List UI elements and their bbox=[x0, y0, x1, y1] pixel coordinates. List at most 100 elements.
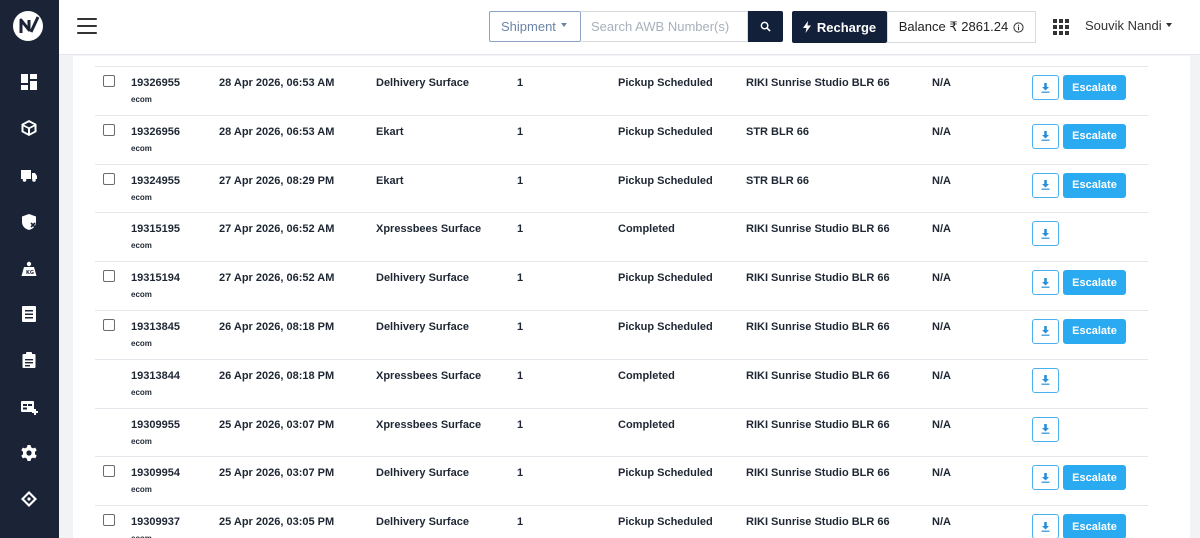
order-quantity: 1 bbox=[517, 174, 524, 187]
order-extra: N/A bbox=[932, 418, 951, 431]
row-checkbox[interactable] bbox=[103, 465, 115, 478]
download-button[interactable] bbox=[1032, 318, 1059, 344]
dashboard-icon[interactable] bbox=[19, 72, 39, 92]
recharge-button[interactable]: Recharge bbox=[792, 11, 887, 43]
search-icon bbox=[760, 21, 771, 32]
courier-name: Xpressbees Surface bbox=[376, 418, 482, 431]
courier-name: Delhivery Surface bbox=[376, 77, 469, 89]
pickup-location: RIKI Sunrise Studio BLR 66 bbox=[746, 418, 890, 431]
download-button[interactable] bbox=[1032, 75, 1059, 100]
courier-name: Delhivery Surface bbox=[376, 467, 469, 480]
order-channel: ecom bbox=[131, 192, 152, 202]
escalate-button[interactable]: Escalate bbox=[1063, 123, 1126, 149]
download-button[interactable] bbox=[1032, 123, 1059, 149]
download-icon bbox=[1041, 131, 1050, 142]
order-channel: ecom bbox=[131, 143, 152, 153]
download-button[interactable] bbox=[1032, 270, 1059, 296]
order-channel: ecom bbox=[131, 338, 152, 348]
table-row: 19326955 ecom 28 Apr 2026, 06:53 AM Delh… bbox=[95, 66, 1148, 115]
order-extra: N/A bbox=[932, 272, 951, 285]
row-checkbox[interactable] bbox=[103, 270, 115, 283]
tag-icon[interactable] bbox=[19, 489, 39, 509]
order-date: 27 Apr 2026, 06:52 AM bbox=[219, 272, 335, 285]
chevron-down-icon bbox=[560, 23, 567, 27]
order-date: 27 Apr 2026, 06:52 AM bbox=[219, 223, 335, 236]
download-icon bbox=[1041, 424, 1050, 434]
download-button[interactable] bbox=[1032, 367, 1059, 393]
hamburger-menu-icon[interactable] bbox=[77, 18, 97, 34]
download-button[interactable] bbox=[1032, 514, 1059, 538]
row-checkbox[interactable] bbox=[103, 172, 115, 185]
row-checkbox[interactable] bbox=[103, 123, 115, 136]
download-icon bbox=[1041, 180, 1050, 190]
order-quantity: 1 bbox=[517, 77, 524, 89]
order-channel: ecom bbox=[131, 95, 152, 104]
shield-icon[interactable] bbox=[19, 212, 39, 232]
order-id: 19315194 bbox=[131, 272, 180, 285]
box-icon[interactable] bbox=[19, 118, 39, 138]
order-extra: N/A bbox=[932, 77, 951, 89]
add-grid-icon[interactable] bbox=[19, 397, 39, 417]
download-icon bbox=[1041, 228, 1050, 239]
weight-scale-icon[interactable]: KG bbox=[19, 259, 39, 279]
user-menu[interactable]: Souvik Nandi bbox=[1085, 18, 1172, 33]
download-button[interactable] bbox=[1032, 221, 1059, 247]
row-checkbox[interactable] bbox=[103, 514, 115, 527]
order-extra: N/A bbox=[932, 320, 951, 333]
orders-table: 19326955 ecom 28 Apr 2026, 06:53 AM Delh… bbox=[95, 66, 1148, 538]
order-status: Pickup Scheduled bbox=[618, 467, 713, 480]
pickup-location: RIKI Sunrise Studio BLR 66 bbox=[746, 223, 890, 236]
download-icon bbox=[1041, 326, 1050, 337]
escalate-button[interactable]: Escalate bbox=[1063, 270, 1126, 296]
order-date: 27 Apr 2026, 08:29 PM bbox=[219, 174, 335, 187]
order-quantity: 1 bbox=[517, 516, 524, 529]
courier-name: Delhivery Surface bbox=[376, 272, 469, 285]
order-extra: N/A bbox=[932, 174, 951, 187]
order-status: Pickup Scheduled bbox=[618, 320, 713, 333]
order-id: 19313844 bbox=[131, 369, 180, 382]
escalate-button[interactable]: Escalate bbox=[1063, 465, 1126, 491]
escalate-button[interactable]: Escalate bbox=[1063, 172, 1126, 198]
order-date: 26 Apr 2026, 08:18 PM bbox=[219, 320, 335, 333]
pickup-location: RIKI Sunrise Studio BLR 66 bbox=[746, 77, 890, 89]
info-icon[interactable] bbox=[1013, 21, 1024, 33]
order-date: 26 Apr 2026, 08:18 PM bbox=[219, 369, 335, 382]
row-checkbox[interactable] bbox=[103, 318, 115, 331]
settings-icon[interactable] bbox=[19, 443, 39, 463]
pickup-location: RIKI Sunrise Studio BLR 66 bbox=[746, 516, 890, 529]
user-name: Souvik Nandi bbox=[1085, 18, 1162, 33]
brand-logo-icon[interactable] bbox=[10, 8, 46, 44]
document-icon[interactable] bbox=[19, 304, 39, 324]
download-icon bbox=[1041, 521, 1050, 532]
pickup-location: STR BLR 66 bbox=[746, 174, 809, 187]
courier-name: Xpressbees Surface bbox=[376, 369, 482, 382]
truck-icon[interactable] bbox=[19, 165, 39, 185]
table-row: 19313844 ecom 26 Apr 2026, 08:18 PM Xpre… bbox=[95, 358, 1148, 408]
escalate-button[interactable]: Escalate bbox=[1063, 514, 1126, 538]
row-checkbox[interactable] bbox=[103, 75, 115, 87]
download-button[interactable] bbox=[1032, 172, 1059, 198]
escalate-button[interactable]: Escalate bbox=[1063, 318, 1126, 344]
shipment-dropdown[interactable]: Shipment bbox=[489, 11, 581, 42]
order-id: 19309937 bbox=[131, 516, 180, 529]
order-quantity: 1 bbox=[517, 223, 524, 236]
order-date: 28 Apr 2026, 06:53 AM bbox=[219, 77, 335, 89]
escalate-button[interactable]: Escalate bbox=[1063, 75, 1126, 100]
apps-grid-icon[interactable] bbox=[1053, 19, 1069, 35]
order-id: 19326955 bbox=[131, 77, 180, 89]
balance-text: Balance ₹ 2861.24 bbox=[898, 19, 1009, 34]
pickup-location: RIKI Sunrise Studio BLR 66 bbox=[746, 320, 890, 333]
pickup-location: RIKI Sunrise Studio BLR 66 bbox=[746, 467, 890, 480]
order-extra: N/A bbox=[932, 125, 951, 138]
download-button[interactable] bbox=[1032, 465, 1059, 491]
order-date: 25 Apr 2026, 03:07 PM bbox=[219, 418, 335, 431]
order-status: Completed bbox=[618, 418, 675, 431]
download-button[interactable] bbox=[1032, 416, 1059, 442]
clipboard-icon[interactable] bbox=[19, 350, 39, 370]
sidebar: KG bbox=[0, 0, 59, 538]
order-date: 28 Apr 2026, 06:53 AM bbox=[219, 125, 335, 138]
search-button[interactable] bbox=[748, 11, 783, 42]
awb-search-input[interactable] bbox=[581, 11, 748, 42]
courier-name: Ekart bbox=[376, 174, 404, 187]
download-icon bbox=[1041, 277, 1050, 288]
